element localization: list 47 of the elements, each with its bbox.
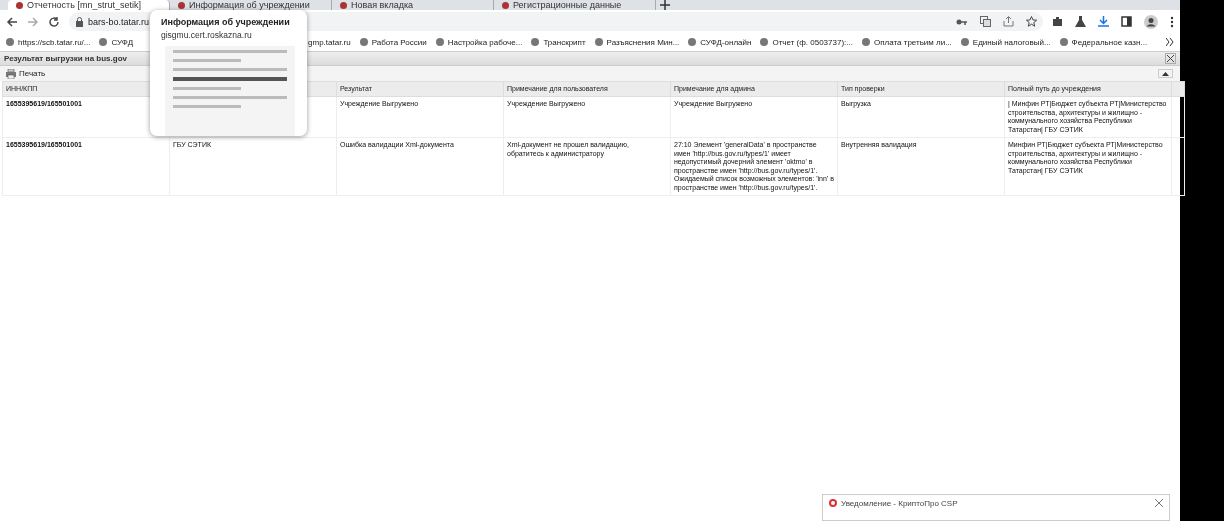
bookmark-icon [760,38,769,46]
bookmark-icon [960,38,969,46]
bookmark[interactable]: СУФД-онлайн [688,37,752,47]
back-arrow-icon[interactable] [6,15,18,28]
lock-icon[interactable] [75,16,84,27]
flask-icon[interactable] [1075,16,1086,27]
bookmark-icon [861,38,870,46]
share-icon[interactable] [1003,16,1014,27]
bookmark[interactable]: Оплата третьим ли... [861,37,952,47]
reload-icon[interactable] [48,15,60,28]
scroll-up-icon[interactable] [1158,69,1173,78]
notification-title: Уведомление - КриптоПро CSP [841,499,958,508]
bookmark[interactable]: Отчет (ф. 0503737):... [760,37,853,47]
close-icon[interactable] [1155,499,1163,507]
bookmark-icon [531,38,540,46]
bookmark-icon [99,38,108,46]
bookmark[interactable]: Единый налоговый... [960,37,1051,47]
panel-title: Результат выгрузки на bus.gov [4,54,127,63]
browser-tab[interactable]: Новая вкладка [332,0,494,10]
plus-icon[interactable] [660,0,670,10]
bookmark[interactable]: Разъяснения Мин... [594,37,680,47]
bookmark-icon [594,38,603,46]
bookmark[interactable]: Настройка рабоче... [435,37,523,47]
translate-icon[interactable] [980,16,991,27]
crypto-logo-icon [829,499,837,507]
side-panel-icon[interactable] [1121,16,1132,27]
bookmark-icon [1059,38,1068,46]
bookmark[interactable]: СУФД [99,37,134,47]
menu-icon[interactable] [1170,15,1174,28]
browser-tab[interactable]: Отчетность [mn_strut_setik] [8,0,170,10]
bookmark[interactable]: Работа России [359,37,427,47]
bookmark[interactable]: Федеральное казн... [1059,37,1148,47]
bookmark-icon [6,38,14,46]
browser-tab[interactable]: Регистрационные данные [494,0,656,10]
preview-url: gisgmu.cert.roskazna.ru [160,30,253,40]
bookmark-icon [435,38,444,46]
bookmark[interactable]: Транскрипт [531,37,586,47]
print-button[interactable]: Печать [4,68,48,79]
star-icon[interactable] [1026,16,1037,27]
bookmark-icon [688,38,697,46]
profile-icon[interactable] [1144,14,1158,29]
download-icon[interactable] [1098,16,1109,27]
preview-title: Информация об учреждении [160,17,291,27]
chevron-icon[interactable] [1166,38,1174,46]
bookmark-icon [359,38,368,46]
bookmark[interactable]: https://scb.tatar.ru/... [6,37,91,47]
close-icon[interactable] [1165,53,1176,64]
